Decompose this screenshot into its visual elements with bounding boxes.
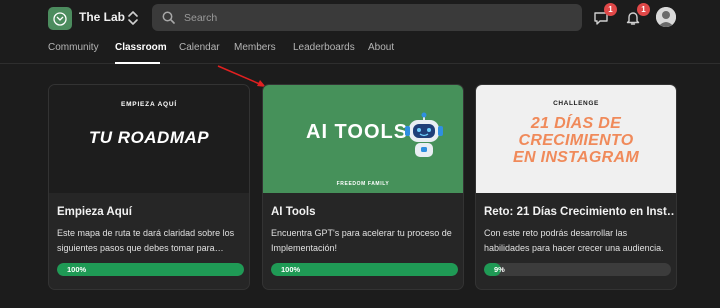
progress-bar: 100% [271, 263, 458, 276]
course-description: Encuentra GPT's para acelerar tu proceso… [271, 228, 452, 253]
logo-icon[interactable] [48, 7, 72, 30]
tab-leaderboards[interactable]: Leaderboards [293, 42, 355, 53]
progress-label: 9% [494, 265, 505, 274]
thumbnail-footer: FREEDOM FAMILY [336, 181, 390, 187]
nav-tabs: Community Classroom Calendar Members Lea… [0, 36, 720, 64]
course-title: AI Tools [271, 206, 316, 218]
switcher-icon[interactable] [126, 9, 140, 27]
chat-badge: 1 [604, 3, 617, 16]
course-thumbnail: CHALLENGE 21 DÍAS DE CRECIMIENTO EN INST… [476, 85, 676, 193]
progress-label: 100% [67, 265, 87, 274]
search-icon [162, 11, 175, 24]
community-name[interactable]: The Lab [79, 10, 125, 24]
thumbnail-title-line: EN INSTAGRAM [513, 149, 639, 166]
tab-classroom[interactable]: Classroom [115, 42, 167, 53]
thumbnail-title-line: 21 DÍAS DE [530, 115, 622, 132]
course-card-ai-tools[interactable]: AI TOOLS FREEDOM FAMILY AI Tools Encuent… [262, 84, 464, 290]
course-title: Empieza Aquí [57, 206, 132, 218]
thumbnail-title-line: CRECIMIENTO [518, 132, 634, 149]
thumbnail-title: 21 DÍAS DE CRECIMIENTO EN INSTAGRAM [476, 115, 676, 166]
course-description: Con este reto podrás desarrollar las hab… [484, 228, 664, 253]
course-card-reto-21-dias[interactable]: CHALLENGE 21 DÍAS DE CRECIMIENTO EN INST… [475, 84, 677, 290]
thumbnail-kicker: CHALLENGE [553, 100, 599, 107]
tab-calendar[interactable]: Calendar [179, 42, 220, 53]
course-description: Este mapa de ruta te dará claridad sobre… [57, 228, 235, 253]
active-tab-indicator [115, 62, 160, 64]
thumbnail-kicker: EMPIEZA AQUÍ [120, 101, 178, 108]
course-thumbnail: AI TOOLS FREEDOM FAMILY [263, 85, 463, 193]
progress-bar: 100% [57, 263, 244, 276]
robot-icon [405, 112, 443, 157]
course-title: Reto: 21 Días Crecimiento en Inst… [484, 206, 674, 218]
course-card-empieza-aqui[interactable]: EMPIEZA AQUÍ TU ROADMAP Empieza Aquí Est… [48, 84, 250, 290]
tab-community[interactable]: Community [48, 42, 99, 53]
progress-label: 100% [281, 265, 301, 274]
avatar[interactable] [656, 7, 676, 27]
progress-bar: 9% [484, 263, 671, 276]
thumbnail-title: TU ROADMAP [88, 128, 210, 147]
search-input[interactable] [184, 4, 564, 31]
tab-about[interactable]: About [368, 42, 394, 53]
tab-members[interactable]: Members [234, 42, 276, 53]
course-thumbnail: EMPIEZA AQUÍ TU ROADMAP [49, 85, 249, 193]
top-bar: The Lab 1 1 [0, 0, 720, 36]
thumbnail-title: AI TOOLS [306, 121, 409, 143]
notification-badge: 1 [637, 3, 650, 16]
search-bar[interactable] [152, 4, 582, 31]
